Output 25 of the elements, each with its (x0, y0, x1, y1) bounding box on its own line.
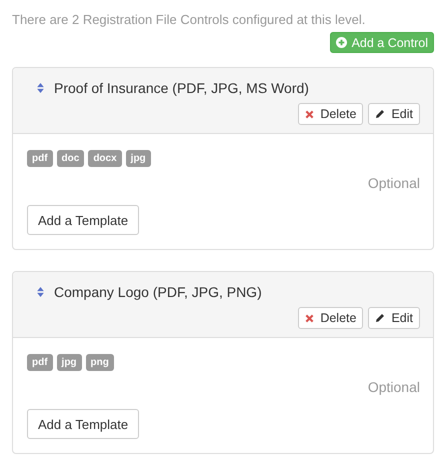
file-type-tag: docx (88, 150, 122, 167)
file-type-tag: jpg (126, 150, 151, 167)
delete-button[interactable]: Delete (298, 307, 364, 329)
summary-text: There are 2 Registration File Controls configured at this level. (12, 12, 366, 28)
edit-button[interactable]: Edit (368, 103, 420, 125)
control-title: Company Logo (PDF, JPG, PNG) (54, 284, 262, 300)
file-type-tag: pdf (27, 354, 53, 371)
add-template-button[interactable]: Add a Template (27, 409, 140, 439)
close-icon (305, 314, 314, 322)
close-icon (305, 110, 314, 118)
edit-button[interactable]: Edit (368, 307, 420, 329)
delete-button[interactable]: Delete (298, 103, 364, 125)
file-type-tag: doc (56, 150, 84, 167)
sort-icon[interactable] (37, 83, 44, 93)
requirement-label: Optional (368, 175, 420, 191)
file-type-tag: pdf (27, 150, 53, 167)
add-template-button[interactable]: Add a Template (27, 205, 140, 235)
file-type-tag: jpg (56, 354, 82, 371)
control-title: Proof of Insurance (PDF, JPG, MS Word) (54, 80, 309, 96)
requirement-label: Optional (368, 379, 420, 395)
sort-icon[interactable] (37, 287, 44, 297)
pencil-icon (375, 109, 386, 119)
plus-circle-icon (336, 37, 347, 48)
file-type-tag: png (86, 354, 114, 371)
pencil-icon (375, 313, 386, 323)
